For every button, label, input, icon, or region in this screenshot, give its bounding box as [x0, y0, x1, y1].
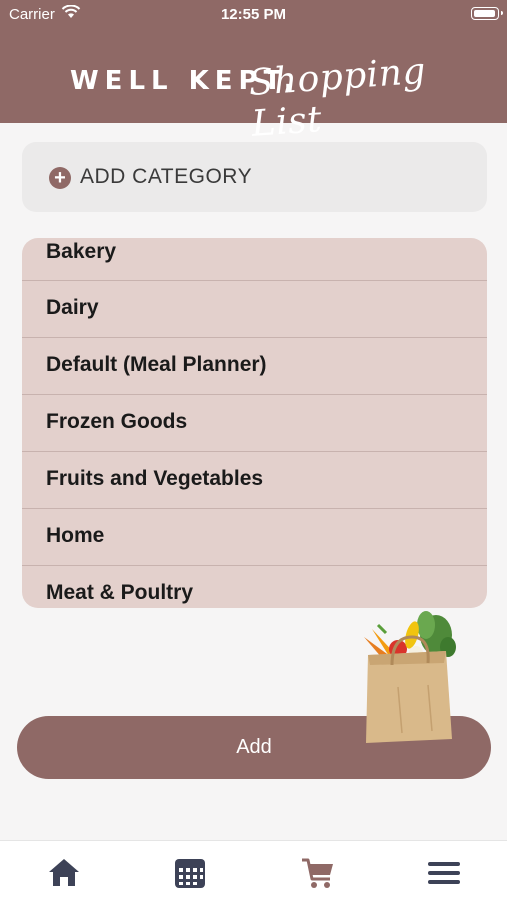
calendar-icon[interactable] — [172, 855, 208, 891]
battery-icon — [471, 7, 503, 20]
tab-bar — [0, 840, 507, 900]
category-label: Home — [46, 524, 105, 547]
grocery-bag-illustration — [364, 611, 456, 743]
home-icon[interactable] — [46, 855, 82, 891]
brand-subtitle: Shopping List — [247, 50, 428, 145]
category-label: Default (Meal Planner) — [46, 353, 267, 376]
list-item-home[interactable]: Home — [22, 509, 487, 566]
category-list[interactable]: Bakery Dairy Default (Meal Planner) Froz… — [22, 238, 487, 608]
cart-icon[interactable] — [300, 855, 336, 891]
app-header: Carrier 12:55 PM WELL KEPT, Shopping Lis… — [0, 0, 507, 145]
status-time: 12:55 PM — [220, 6, 287, 23]
list-item-default-meal-planner[interactable]: Default (Meal Planner) — [22, 338, 487, 395]
plus-circle-icon: + — [49, 167, 71, 189]
list-item-dairy[interactable]: Dairy — [22, 281, 487, 338]
list-item-bakery[interactable]: Bakery — [22, 238, 487, 281]
menu-icon[interactable] — [426, 855, 462, 891]
status-bar: Carrier 12:55 PM — [0, 0, 507, 28]
category-label: Bakery — [46, 240, 117, 263]
add-category-label: ADD CATEGORY — [80, 165, 253, 188]
category-label: Frozen Goods — [46, 410, 188, 433]
list-item-meat-poultry[interactable]: Meat & Poultry — [22, 566, 487, 608]
category-label: Fruits and Vegetables — [46, 467, 264, 490]
add-category-button[interactable]: + ADD CATEGORY — [22, 142, 487, 212]
category-label: Meat & Poultry — [46, 581, 194, 604]
category-label: Dairy — [46, 296, 99, 319]
list-item-frozen-goods[interactable]: Frozen Goods — [22, 395, 487, 452]
list-item-fruits-vegetables[interactable]: Fruits and Vegetables — [22, 452, 487, 509]
